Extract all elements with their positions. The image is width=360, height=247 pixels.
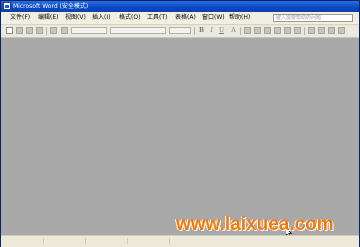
title-bar[interactable]: Microsoft Word (安全模式) bbox=[1, 1, 359, 12]
window-title: Microsoft Word (安全模式) bbox=[13, 3, 89, 10]
word-app-icon[interactable] bbox=[3, 2, 11, 10]
bold-button[interactable]: B bbox=[198, 27, 205, 34]
document-workspace[interactable] bbox=[1, 38, 359, 238]
chevron-down-icon[interactable] bbox=[328, 27, 335, 34]
menu-bar: 文件(F) 编辑(E) 视图(V) 插入(I) 格式(O) 工具(T) 表格(A… bbox=[1, 12, 359, 25]
print-icon[interactable] bbox=[36, 27, 43, 34]
toolbar-separator bbox=[46, 27, 47, 35]
menu-window[interactable]: 窗口(W) bbox=[202, 14, 225, 22]
menu-insert[interactable]: 插入(I) bbox=[92, 14, 110, 22]
new-document-icon[interactable] bbox=[6, 27, 13, 34]
toolbar-separator bbox=[304, 27, 305, 35]
justify-icon[interactable] bbox=[274, 27, 281, 34]
word-window: Microsoft Word (安全模式) 文件(F) 编辑(E) 视图(V) … bbox=[0, 0, 360, 247]
align-center-icon[interactable] bbox=[254, 27, 261, 34]
align-left-icon[interactable] bbox=[244, 27, 251, 34]
numbering-icon[interactable] bbox=[284, 27, 291, 34]
save-icon[interactable] bbox=[26, 27, 33, 34]
menu-view[interactable]: 视图(V) bbox=[65, 14, 86, 22]
font-size-dropdown[interactable] bbox=[169, 27, 191, 34]
menu-table[interactable]: 表格(A) bbox=[175, 14, 196, 22]
menu-format[interactable]: 格式(O) bbox=[119, 14, 140, 22]
help-question-input[interactable]: 键入需要帮助的问题 bbox=[273, 14, 353, 22]
style-icon[interactable] bbox=[61, 27, 68, 34]
font-name-dropdown[interactable] bbox=[110, 27, 166, 34]
toolbar-separator bbox=[194, 27, 195, 35]
highlight-icon[interactable] bbox=[308, 27, 315, 34]
toolbar-scroll-icon[interactable] bbox=[50, 27, 57, 34]
toolbar-options-icon[interactable] bbox=[338, 27, 345, 34]
align-right-icon[interactable] bbox=[264, 27, 271, 34]
underline-button[interactable]: U bbox=[218, 27, 225, 34]
style-dropdown[interactable] bbox=[71, 27, 107, 34]
menu-edit[interactable]: 编辑(E) bbox=[38, 14, 58, 22]
status-language-segment bbox=[129, 238, 170, 244]
menu-tools[interactable]: 工具(T) bbox=[147, 14, 167, 22]
status-page-segment bbox=[3, 238, 44, 244]
font-color-button[interactable]: A bbox=[230, 27, 237, 34]
status-bar bbox=[1, 235, 359, 247]
status-position-segment bbox=[45, 238, 86, 244]
menu-help[interactable]: 帮助(H) bbox=[229, 14, 250, 22]
bullets-icon[interactable] bbox=[294, 27, 301, 34]
border-icon[interactable] bbox=[318, 27, 325, 34]
open-icon[interactable] bbox=[16, 27, 23, 34]
italic-button[interactable]: I bbox=[208, 27, 215, 34]
site-watermark: www.laixuea.com bbox=[176, 214, 334, 235]
formatting-toolbar: B I U A bbox=[1, 25, 359, 38]
menu-file[interactable]: 文件(F) bbox=[10, 14, 30, 22]
status-mode-segment bbox=[87, 238, 128, 244]
toolbar-separator bbox=[240, 27, 241, 35]
